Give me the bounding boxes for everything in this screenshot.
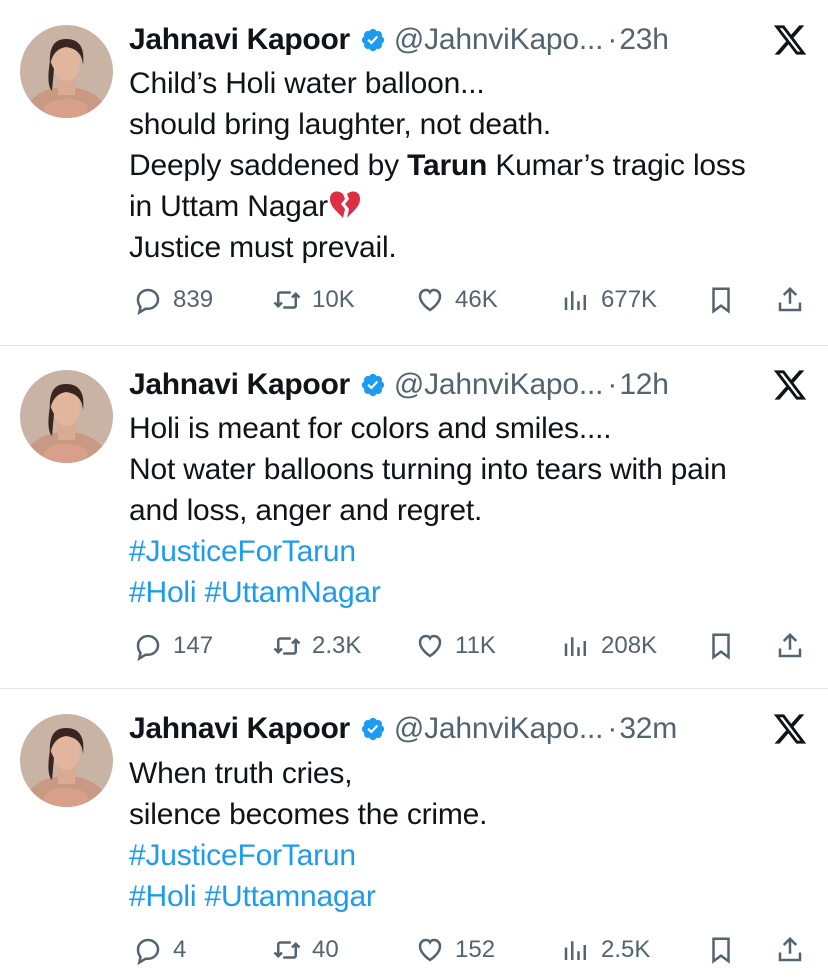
action-bar: 147 2.3K 11K 208K: [0, 626, 828, 666]
repost-count: 40: [312, 936, 339, 963]
handle[interactable]: @JahnviKapo...: [394, 368, 604, 402]
text-line: Deeply saddened by Tarun Kumar’s tragic …: [129, 145, 819, 186]
avatar[interactable]: [20, 25, 113, 118]
text-line: silence becomes the crime.: [129, 798, 488, 831]
like-button[interactable]: 46K: [415, 280, 498, 320]
views-chart-icon: [564, 291, 586, 310]
like-button[interactable]: 152: [415, 930, 495, 970]
separator: ·: [607, 23, 618, 56]
display-name[interactable]: Jahnavi Kapoor: [129, 712, 350, 746]
reply-icon: [136, 938, 160, 965]
text-line: When truth cries,: [129, 757, 353, 790]
broken-heart-icon: [329, 191, 360, 218]
tweet-text: Child’s Holi water balloon... should bri…: [129, 63, 819, 268]
reply-button[interactable]: 147: [133, 626, 213, 666]
like-count: 46K: [455, 286, 498, 313]
like-count: 152: [455, 936, 496, 963]
reply-count: 4: [173, 936, 187, 963]
heart-icon: [418, 288, 442, 312]
views-chart-icon: [564, 637, 586, 656]
x-logo-icon: [773, 25, 807, 55]
view-count: 677K: [601, 286, 658, 313]
bookmark-icon[interactable]: [706, 285, 736, 315]
repost-count: 2.3K: [312, 632, 362, 659]
bookmark-icon[interactable]: [706, 631, 736, 661]
tweet-1[interactable]: Jahnavi Kapoor @JahnviKapo... · 23h Chil…: [0, 0, 828, 345]
x-logo-icon: [773, 714, 807, 744]
share-icon[interactable]: [775, 285, 805, 315]
hashtag-link[interactable]: #JusticeForTarun: [129, 531, 819, 572]
avatar[interactable]: [20, 714, 113, 807]
reply-button[interactable]: 839: [133, 280, 213, 320]
reply-count: 147: [173, 632, 214, 659]
repost-icon: [273, 637, 301, 655]
views-chart-icon: [564, 941, 586, 960]
view-count: 2.5K: [601, 936, 651, 963]
text-line: should bring laughter, not death.: [129, 108, 552, 141]
handle[interactable]: @JahnviKapo...: [394, 23, 604, 57]
tweet-text: Holi is meant for colors and smiles.... …: [129, 408, 819, 613]
bold-text: Tarun: [407, 149, 488, 182]
text-line: Child’s Holi water balloon...: [129, 67, 485, 100]
reply-count: 839: [173, 286, 214, 313]
handle[interactable]: @JahnviKapo...: [394, 712, 604, 746]
text-line: in Uttam Nagar: [129, 186, 819, 227]
text-line: Not water balloons turning into tears wi…: [129, 453, 727, 486]
like-button[interactable]: 11K: [415, 626, 496, 666]
hashtag-link[interactable]: #Holi #UttamNagar: [129, 572, 819, 613]
verified-badge-icon: [361, 717, 384, 741]
hashtag-link[interactable]: #JusticeForTarun: [129, 835, 819, 876]
timestamp[interactable]: 32m: [619, 712, 677, 746]
tweet-3[interactable]: Jahnavi Kapoor @JahnviKapo... · 32m When…: [0, 689, 828, 980]
repost-button[interactable]: 2.3K: [272, 626, 361, 666]
heart-icon: [418, 634, 442, 658]
tweet-text: When truth cries, silence becomes the cr…: [129, 753, 819, 917]
timestamp[interactable]: 12h: [619, 368, 669, 402]
separator: ·: [607, 712, 618, 745]
text-segment: Deeply saddened by: [129, 149, 408, 182]
repost-icon: [273, 941, 301, 959]
share-icon[interactable]: [775, 631, 805, 661]
views-button[interactable]: 208K: [561, 626, 657, 666]
tweet-header: Jahnavi Kapoor @JahnviKapo... · 23h: [129, 20, 669, 60]
repost-button[interactable]: 10K: [272, 280, 355, 320]
verified-badge-icon: [361, 28, 384, 52]
text-segment: in Uttam Nagar: [129, 190, 328, 223]
text-line: and loss, anger and regret.: [129, 494, 483, 527]
action-bar: 839 10K 46K 677K: [0, 280, 828, 320]
action-bar: 4 40 152 2.5K: [0, 930, 828, 970]
like-count: 11K: [455, 632, 496, 659]
text-segment: Kumar’s tragic loss: [487, 149, 746, 182]
x-logo-icon: [773, 370, 807, 400]
display-name[interactable]: Jahnavi Kapoor: [129, 23, 350, 57]
timestamp[interactable]: 23h: [619, 23, 669, 57]
views-button[interactable]: 2.5K: [561, 930, 650, 970]
reply-button[interactable]: 4: [133, 930, 186, 970]
tweet-header: Jahnavi Kapoor @JahnviKapo... · 12h: [129, 365, 669, 405]
separator: ·: [607, 368, 618, 401]
hashtag-link[interactable]: #Holi #Uttamnagar: [129, 876, 819, 917]
display-name[interactable]: Jahnavi Kapoor: [129, 368, 350, 402]
tweet-header: Jahnavi Kapoor @JahnviKapo... · 32m: [129, 709, 677, 749]
views-button[interactable]: 677K: [561, 280, 657, 320]
repost-button[interactable]: 40: [272, 930, 339, 970]
reply-icon: [136, 288, 160, 315]
share-icon[interactable]: [775, 935, 805, 965]
reply-icon: [136, 634, 160, 661]
view-count: 208K: [601, 632, 658, 659]
text-line: Justice must prevail.: [129, 231, 397, 264]
tweet-2[interactable]: Jahnavi Kapoor @JahnviKapo... · 12h Holi…: [0, 346, 828, 688]
verified-badge-icon: [361, 373, 384, 397]
repost-count: 10K: [312, 286, 355, 313]
bookmark-icon[interactable]: [706, 935, 736, 965]
text-line: Holi is meant for colors and smiles....: [129, 412, 612, 445]
repost-icon: [273, 291, 301, 309]
avatar[interactable]: [20, 370, 113, 463]
heart-icon: [418, 938, 442, 962]
